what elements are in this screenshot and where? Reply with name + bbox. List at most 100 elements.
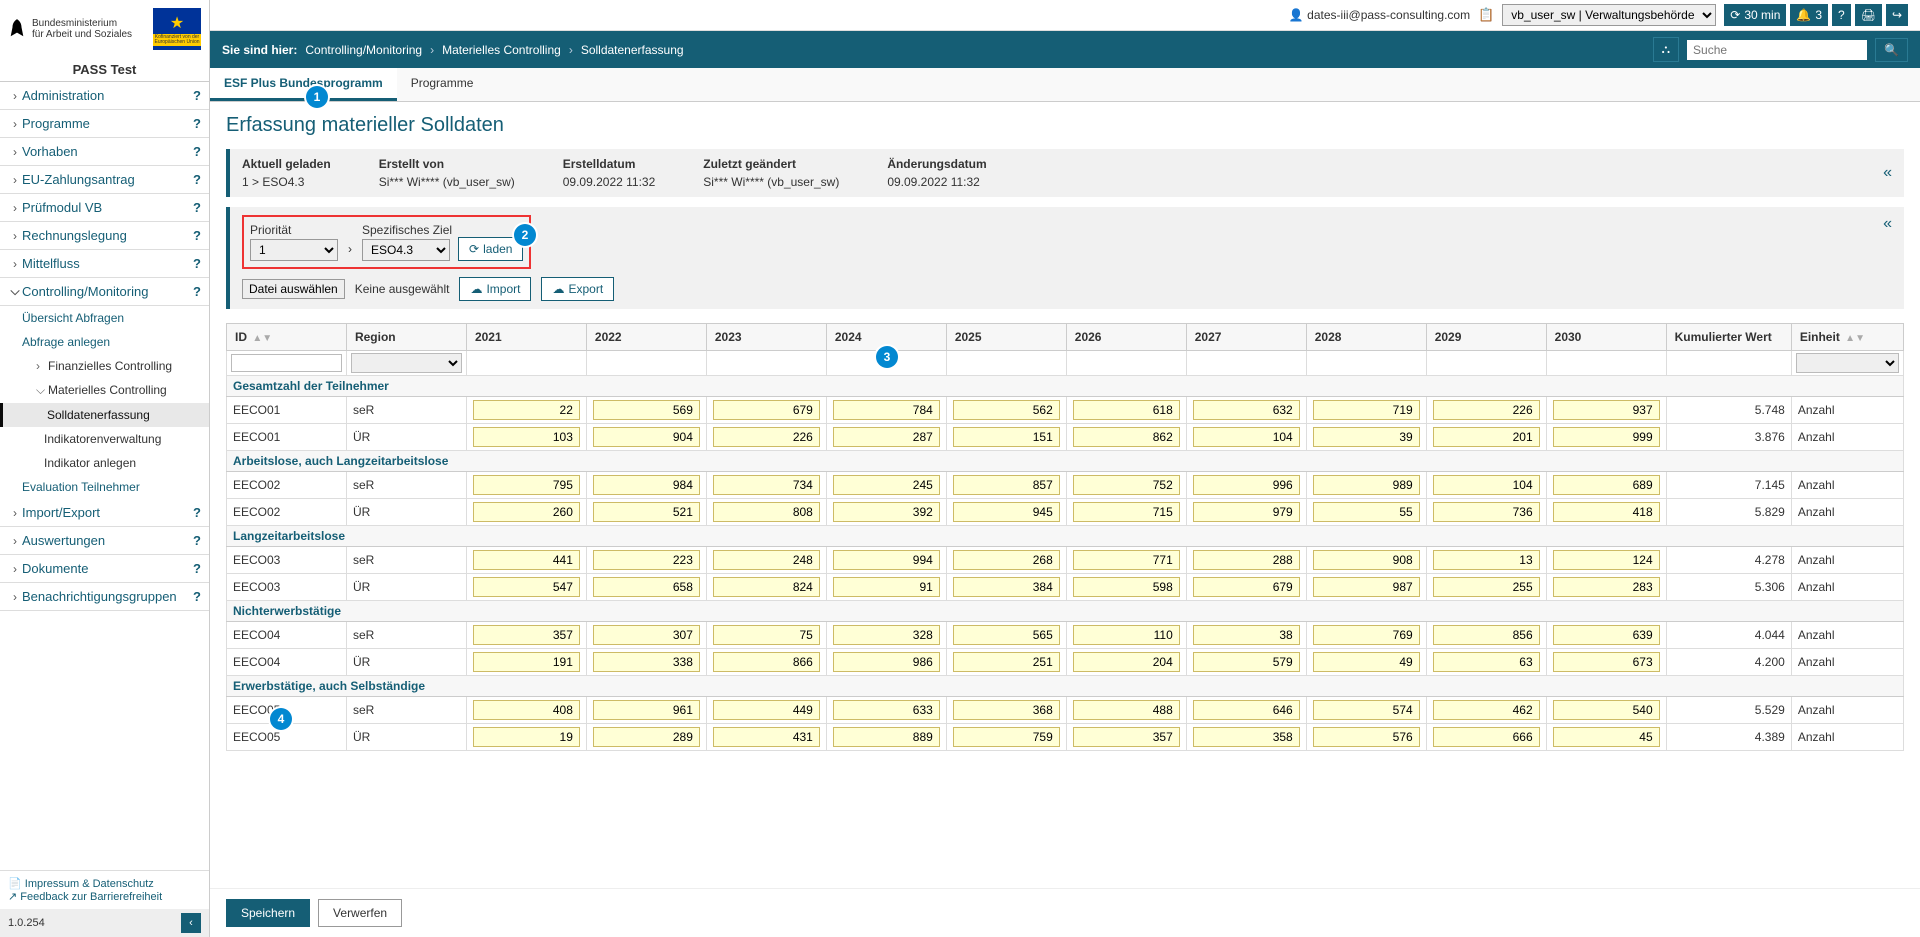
th-2022[interactable]: 2022 bbox=[586, 324, 706, 351]
value-input[interactable] bbox=[473, 400, 580, 420]
value-input[interactable] bbox=[1433, 652, 1540, 672]
value-input[interactable] bbox=[953, 550, 1060, 570]
value-input[interactable] bbox=[833, 550, 940, 570]
nav-abfrage-anlegen[interactable]: Abfrage anlegen bbox=[0, 330, 209, 354]
value-input[interactable] bbox=[1073, 577, 1180, 597]
value-input[interactable] bbox=[1073, 700, 1180, 720]
value-input[interactable] bbox=[833, 625, 940, 645]
filter-id[interactable] bbox=[231, 354, 342, 372]
ziel-select[interactable]: ESO4.3 bbox=[362, 239, 450, 261]
value-input[interactable] bbox=[1433, 727, 1540, 747]
value-input[interactable] bbox=[1193, 700, 1300, 720]
value-input[interactable] bbox=[713, 625, 820, 645]
value-input[interactable] bbox=[1193, 625, 1300, 645]
value-input[interactable] bbox=[1073, 625, 1180, 645]
value-input[interactable] bbox=[1553, 727, 1660, 747]
nav-indikator-anlegen[interactable]: Indikator anlegen bbox=[0, 451, 209, 475]
th-einheit[interactable]: Einheit ▲▼ bbox=[1791, 324, 1903, 351]
value-input[interactable] bbox=[1313, 652, 1420, 672]
notifications-button[interactable]: 🔔 3 bbox=[1790, 4, 1828, 26]
nav-pruefmodul-vb[interactable]: ›Prüfmodul VB? bbox=[0, 194, 209, 222]
value-input[interactable] bbox=[593, 625, 700, 645]
value-input[interactable] bbox=[713, 652, 820, 672]
value-input[interactable] bbox=[1193, 727, 1300, 747]
value-input[interactable] bbox=[713, 400, 820, 420]
search-input[interactable] bbox=[1687, 40, 1867, 60]
th-2028[interactable]: 2028 bbox=[1306, 324, 1426, 351]
value-input[interactable] bbox=[1073, 727, 1180, 747]
controls-collapse-icon[interactable]: « bbox=[1883, 215, 1892, 233]
value-input[interactable] bbox=[473, 727, 580, 747]
save-button[interactable]: Speichern bbox=[226, 899, 310, 927]
value-input[interactable] bbox=[833, 727, 940, 747]
sidebar-collapse-button[interactable]: ‹ bbox=[181, 913, 201, 933]
value-input[interactable] bbox=[833, 502, 940, 522]
value-input[interactable] bbox=[1313, 625, 1420, 645]
filter-einheit[interactable] bbox=[1796, 353, 1899, 373]
filter-region[interactable] bbox=[351, 353, 462, 373]
value-input[interactable] bbox=[1073, 475, 1180, 495]
file-choose-button[interactable]: Datei auswählen bbox=[242, 279, 345, 299]
nav-evaluation-teilnehmer[interactable]: Evaluation Teilnehmer bbox=[0, 475, 209, 499]
value-input[interactable] bbox=[1073, 652, 1180, 672]
value-input[interactable] bbox=[593, 475, 700, 495]
th-2023[interactable]: 2023 bbox=[706, 324, 826, 351]
value-input[interactable] bbox=[1193, 475, 1300, 495]
nav-indikatorenverwaltung[interactable]: Indikatorenverwaltung bbox=[0, 427, 209, 451]
tab-esf-plus[interactable]: ESF Plus Bundesprogramm bbox=[210, 68, 397, 101]
logout-button[interactable]: ↪ bbox=[1886, 4, 1908, 26]
th-2026[interactable]: 2026 bbox=[1066, 324, 1186, 351]
export-button[interactable]: ☁ Export bbox=[541, 277, 614, 301]
crumb-0[interactable]: Controlling/Monitoring bbox=[305, 43, 422, 57]
info-collapse-icon[interactable]: « bbox=[1883, 164, 1892, 182]
value-input[interactable] bbox=[1553, 577, 1660, 597]
th-2027[interactable]: 2027 bbox=[1186, 324, 1306, 351]
value-input[interactable] bbox=[953, 700, 1060, 720]
value-input[interactable] bbox=[1313, 577, 1420, 597]
nav-dokumente[interactable]: ›Dokumente? bbox=[0, 555, 209, 583]
value-input[interactable] bbox=[713, 427, 820, 447]
value-input[interactable] bbox=[593, 727, 700, 747]
nav-vorhaben[interactable]: ›Vorhaben? bbox=[0, 138, 209, 166]
value-input[interactable] bbox=[1553, 625, 1660, 645]
value-input[interactable] bbox=[833, 427, 940, 447]
value-input[interactable] bbox=[1073, 502, 1180, 522]
help-button[interactable]: ? bbox=[1832, 4, 1851, 26]
value-input[interactable] bbox=[833, 400, 940, 420]
value-input[interactable] bbox=[953, 727, 1060, 747]
value-input[interactable] bbox=[953, 502, 1060, 522]
value-input[interactable] bbox=[833, 577, 940, 597]
search-button[interactable]: 🔍 bbox=[1875, 38, 1908, 62]
value-input[interactable] bbox=[713, 700, 820, 720]
value-input[interactable] bbox=[593, 502, 700, 522]
value-input[interactable] bbox=[953, 475, 1060, 495]
crumb-2[interactable]: Solldatenerfassung bbox=[581, 43, 684, 57]
value-input[interactable] bbox=[713, 727, 820, 747]
link-feedback[interactable]: ↗ Feedback zur Barrierefreiheit bbox=[8, 890, 201, 903]
value-input[interactable] bbox=[1553, 427, 1660, 447]
value-input[interactable] bbox=[1193, 502, 1300, 522]
prioritaet-select[interactable]: 1 bbox=[250, 239, 338, 261]
value-input[interactable] bbox=[593, 652, 700, 672]
value-input[interactable] bbox=[833, 652, 940, 672]
value-input[interactable] bbox=[713, 502, 820, 522]
nav-auswertungen[interactable]: ›Auswertungen? bbox=[0, 527, 209, 555]
value-input[interactable] bbox=[1553, 700, 1660, 720]
value-input[interactable] bbox=[473, 550, 580, 570]
th-2025[interactable]: 2025 bbox=[946, 324, 1066, 351]
sitemap-button[interactable]: ⛬ bbox=[1653, 37, 1679, 62]
value-input[interactable] bbox=[1073, 427, 1180, 447]
value-input[interactable] bbox=[1073, 400, 1180, 420]
value-input[interactable] bbox=[1433, 502, 1540, 522]
value-input[interactable] bbox=[473, 652, 580, 672]
nav-import-export[interactable]: ›Import/Export? bbox=[0, 499, 209, 527]
value-input[interactable] bbox=[1553, 652, 1660, 672]
value-input[interactable] bbox=[593, 400, 700, 420]
value-input[interactable] bbox=[473, 427, 580, 447]
nav-benachrichtigungsgruppen[interactable]: ›Benachrichtigungsgruppen? bbox=[0, 583, 209, 611]
value-input[interactable] bbox=[593, 550, 700, 570]
nav-programme[interactable]: ›Programme? bbox=[0, 110, 209, 138]
value-input[interactable] bbox=[1193, 550, 1300, 570]
value-input[interactable] bbox=[713, 475, 820, 495]
value-input[interactable] bbox=[1553, 502, 1660, 522]
